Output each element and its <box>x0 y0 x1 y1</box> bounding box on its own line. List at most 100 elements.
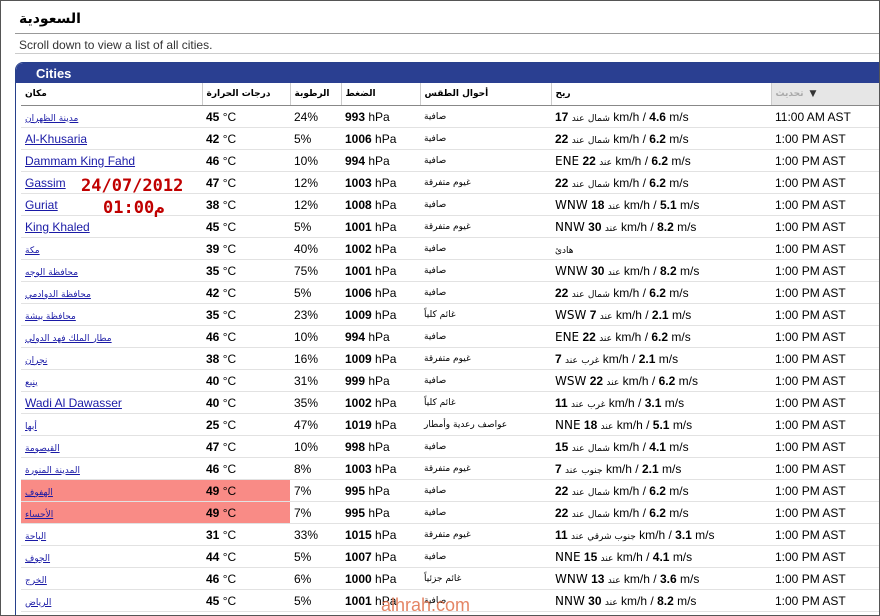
pressure-unit: hPa <box>375 285 397 300</box>
wind-unit-kmh: km/h <box>623 263 650 278</box>
updated-time-cell: 1:00 PM AST <box>771 259 879 282</box>
pressure-value: 1001 <box>345 263 372 278</box>
column-header-wind[interactable]: ريح <box>551 83 772 106</box>
wind-cell: 15 شمال عند km/h / 4.1 m/s <box>551 435 771 458</box>
table-row: ينبع 40 °C 31% 999 hPa صافية WSW 22 عند km/h … <box>21 369 879 392</box>
city-link[interactable]: الباحة <box>25 532 46 542</box>
city-link[interactable]: King Khaled <box>25 220 90 234</box>
column-header-condition[interactable]: أحوال الطقس <box>420 83 552 106</box>
city-link[interactable]: القيصومة <box>25 444 60 454</box>
wind-unit-ms: m/s <box>672 417 693 432</box>
wind-at: عند <box>604 597 618 608</box>
cities-table: مكان درجات الحرارة الرطوبة الضغط أحوال ا… <box>21 83 879 612</box>
pressure-cell: 1002 hPa <box>341 237 420 260</box>
city-link[interactable]: الهفوف <box>25 488 53 498</box>
temperature-value: 46 <box>206 153 220 168</box>
table-row: محافظة بيشة 35 °C 23% 1009 hPa غائم كلياً WSW… <box>21 303 879 326</box>
city-link[interactable]: Wadi Al Dawasser <box>25 396 122 410</box>
condition-cell: صافية <box>420 193 551 216</box>
city-link[interactable]: محافظة الدوادمي <box>25 290 91 300</box>
humidity-cell: 5% <box>290 589 341 612</box>
updated-time-cell: 1:00 PM AST <box>771 589 879 612</box>
wind-direction: شمال <box>587 179 610 190</box>
city-link[interactable]: Gassim <box>25 176 66 190</box>
city-link[interactable]: الجوف <box>25 554 50 564</box>
column-header-pressure[interactable]: الضغط <box>341 83 421 106</box>
temperature-value: 49 <box>206 483 220 498</box>
wind-direction: WNW <box>555 571 588 586</box>
wind-unit-kmh: km/h <box>615 153 642 168</box>
panel-title: Cities <box>16 63 879 83</box>
wind-unit-ms: m/s <box>678 373 698 388</box>
wind-speed-ms: 6.2 <box>658 373 676 388</box>
table-row: Al-Khusaria 42 °C 5% 1006 hPa صافية 22 شمال ع… <box>21 127 879 150</box>
column-header-place[interactable]: مكان <box>21 83 203 106</box>
city-link[interactable]: ينبع <box>25 378 38 388</box>
pressure-value: 995 <box>345 505 366 520</box>
wind-at: عند <box>565 355 578 366</box>
humidity-cell: 5% <box>290 281 341 304</box>
city-link[interactable]: الأحساء <box>25 510 53 520</box>
city-link[interactable]: مطار الملك فهد الدولي <box>25 334 112 344</box>
wind-unit-kmh: km/h <box>623 197 650 212</box>
condition-cell: صافية <box>420 105 551 128</box>
wind-unit-ms: m/s <box>664 395 685 410</box>
updated-time-cell: 1:00 PM AST <box>771 567 879 590</box>
pressure-value: 1008 <box>345 197 372 212</box>
updated-time-cell: 1:00 PM AST <box>771 347 879 370</box>
pressure-cell: 994 hPa <box>341 325 420 348</box>
column-header-humidity[interactable]: الرطوبة <box>290 83 342 106</box>
wind-unit-kmh: km/h <box>605 461 632 476</box>
column-header-updated[interactable]: تحديث ▼ <box>771 83 879 106</box>
city-link[interactable]: محافظة الوجه <box>25 268 78 278</box>
city-link[interactable]: Dammam King Fahd <box>25 154 135 168</box>
wind-speed-kmh: 22 <box>555 285 569 300</box>
pressure-cell: 1001 hPa <box>341 215 420 238</box>
temperature-cell: 38 °C <box>202 347 290 370</box>
city-link[interactable]: الخرج <box>25 576 47 586</box>
temperature-cell: 49 °C <box>202 479 290 502</box>
wind-speed-kmh: 22 <box>582 153 596 168</box>
temperature-value: 45 <box>206 593 220 608</box>
city-link[interactable]: نجران <box>25 356 47 366</box>
wind-speed-ms: 6.2 <box>649 285 666 300</box>
column-header-temperature[interactable]: درجات الحرارة <box>202 83 291 106</box>
wind-cell: WNW 30 عند km/h / 8.2 m/s <box>551 259 771 282</box>
wind-direction: NNW <box>555 219 585 234</box>
wind-cell: NNE 15 عند km/h / 4.1 m/s <box>551 545 771 568</box>
wind-at: عند <box>599 333 612 344</box>
wind-cell: NNE 18 عند km/h / 5.1 m/s <box>551 413 771 436</box>
wind-unit-ms: m/s <box>671 153 691 168</box>
city-link[interactable]: المدينة المنورة <box>25 466 80 476</box>
wind-unit-ms: m/s <box>662 461 682 476</box>
temperature-unit: °C <box>222 153 237 168</box>
city-link[interactable]: Guriat <box>25 198 58 212</box>
city-link[interactable]: Al-Khusaria <box>25 132 87 146</box>
table-row: المدينة المنورة 46 °C 8% 1003 hPa غيوم متفرق… <box>21 457 879 480</box>
temperature-unit: °C <box>222 109 237 124</box>
city-link[interactable]: محافظة بيشة <box>25 312 76 322</box>
temperature-unit: °C <box>222 263 237 278</box>
wind-direction: ENE <box>555 153 580 168</box>
wind-speed-ms: 8.2 <box>657 593 674 608</box>
wind-unit-kmh: km/h <box>615 329 642 344</box>
city-link[interactable]: أبها <box>25 422 37 432</box>
wind-speed-kmh: 22 <box>555 505 569 520</box>
updated-time-cell: 1:00 PM AST <box>771 281 879 304</box>
wind-at: عند <box>571 399 584 410</box>
wind-direction: جنوب <box>581 465 603 476</box>
table-row: محافظة الوجه 35 °C 75% 1001 hPa صافية WNW 30 … <box>21 259 879 282</box>
pressure-unit: hPa <box>375 241 397 256</box>
city-link[interactable]: مكة <box>25 246 40 256</box>
condition-cell: غيوم متفرقة <box>420 347 551 370</box>
temperature-cell: 39 °C <box>202 237 290 260</box>
wind-cell: WSW 22 عند km/h / 6.2 m/s <box>551 369 771 392</box>
table-row: Dammam King Fahd 46 °C 10% 994 hPa صافية ENE … <box>21 149 879 172</box>
wind-at: عند <box>599 311 613 322</box>
updated-time-cell: 1:00 PM AST <box>771 523 879 546</box>
updated-time-cell: 1:00 PM AST <box>771 193 879 216</box>
cities-panel: Cities مكان درجات الحرارة الرطوبة الضغط … <box>15 62 879 615</box>
city-cell: الجوف <box>21 545 202 568</box>
city-link[interactable]: الرياض <box>25 598 51 608</box>
city-link[interactable]: مدينة الظهران <box>25 114 78 124</box>
